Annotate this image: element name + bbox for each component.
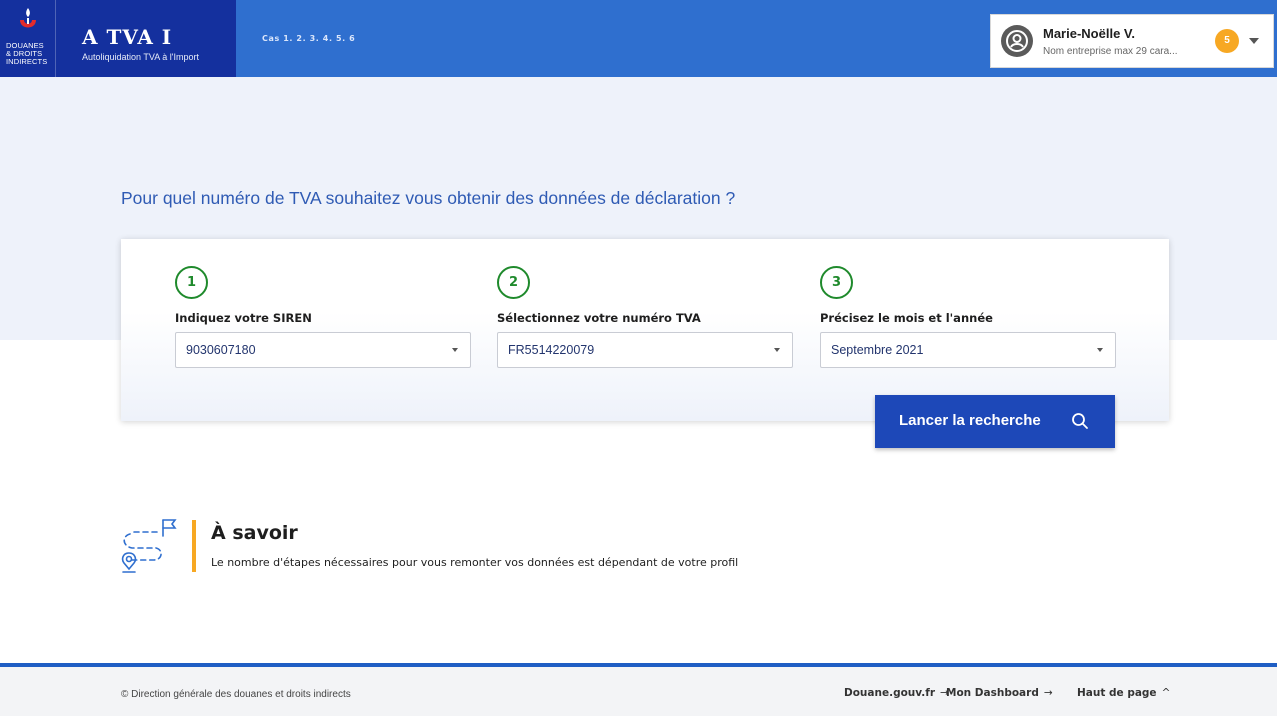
user-name: Marie-Noëlle V. <box>1043 26 1136 41</box>
siren-select[interactable]: 9030607180 <box>175 332 471 368</box>
avatar <box>1001 25 1033 57</box>
arrow-right-icon: → <box>1043 687 1053 699</box>
search-card: 1 Indiquez votre SIREN 9030607180 2 Séle… <box>121 239 1169 421</box>
cases-nav[interactable]: Cas 1. 2. 3. 4. 5. 6 <box>262 34 355 43</box>
page-question: Pour quel numéro de TVA souhaitez vous o… <box>121 188 736 208</box>
info-accent-bar <box>192 520 196 572</box>
flame-emblem-icon <box>20 8 36 28</box>
brand-block: DOUANES & DROITS INDIRECTS A TVA I Autol… <box>0 0 236 77</box>
step-number: 1 <box>175 266 208 299</box>
logo-text: DOUANES & DROITS INDIRECTS <box>6 41 48 66</box>
caret-down-icon <box>452 348 458 352</box>
user-company: Nom entreprise max 29 cara... <box>1043 46 1178 57</box>
search-icon <box>1072 413 1088 429</box>
copyright: © Direction générale des douanes et droi… <box>121 689 351 700</box>
select-value: 9030607180 <box>186 343 256 357</box>
info-text: Le nombre d'étapes nécessaires pour vous… <box>211 556 739 569</box>
app-subtitle: Autoliquidation TVA à l'Import <box>82 52 199 62</box>
step-number: 3 <box>820 266 853 299</box>
step-period: 3 Précisez le mois et l'année Septembre … <box>820 266 1116 368</box>
user-menu[interactable]: Marie-Noëlle V. Nom entreprise max 29 ca… <box>990 14 1274 68</box>
footer: © Direction générale des douanes et droi… <box>0 667 1277 716</box>
search-button-label: Lancer la recherche <box>899 412 1041 429</box>
chevron-up-icon: ^ <box>1161 687 1171 699</box>
link-mon-dashboard[interactable]: Mon Dashboard → <box>946 687 1053 699</box>
caret-down-icon <box>1097 348 1103 352</box>
app-header: DOUANES & DROITS INDIRECTS A TVA I Autol… <box>0 0 1277 77</box>
route-map-icon <box>121 519 177 573</box>
search-button[interactable]: Lancer la recherche <box>875 395 1115 448</box>
info-title: À savoir <box>211 522 298 544</box>
app-title[interactable]: A TVA I <box>82 25 172 49</box>
step-label: Indiquez votre SIREN <box>175 311 312 325</box>
chevron-down-icon[interactable] <box>1249 38 1259 44</box>
step-number: 2 <box>497 266 530 299</box>
tva-select[interactable]: FR5514220079 <box>497 332 793 368</box>
step-label: Sélectionnez votre numéro TVA <box>497 311 701 325</box>
step-siren: 1 Indiquez votre SIREN 9030607180 <box>175 266 471 368</box>
period-select[interactable]: Septembre 2021 <box>820 332 1116 368</box>
douanes-logo[interactable]: DOUANES & DROITS INDIRECTS <box>0 0 56 77</box>
notification-badge[interactable]: 5 <box>1215 29 1239 53</box>
user-icon <box>1006 30 1028 52</box>
caret-down-icon <box>774 348 780 352</box>
select-value: Septembre 2021 <box>831 343 924 357</box>
link-haut-de-page[interactable]: Haut de page ^ <box>1077 687 1170 699</box>
select-value: FR5514220079 <box>508 343 595 357</box>
step-tva: 2 Sélectionnez votre numéro TVA FR551422… <box>497 266 793 368</box>
step-label: Précisez le mois et l'année <box>820 311 993 325</box>
link-douane-gouv[interactable]: Douane.gouv.fr → <box>844 687 949 699</box>
